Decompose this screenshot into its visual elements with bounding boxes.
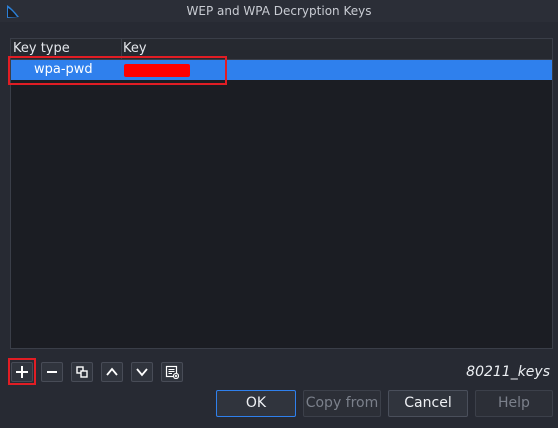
column-header-key-type[interactable]: Key type bbox=[11, 39, 122, 59]
key-cell-redacted[interactable]: [redacted] bbox=[124, 64, 190, 77]
copy-button[interactable] bbox=[71, 362, 93, 382]
window-title: WEP and WPA Decryption Keys bbox=[186, 4, 372, 18]
help-button[interactable]: Help bbox=[475, 390, 553, 417]
clear-icon bbox=[165, 365, 179, 379]
file-name-label: 80211_keys bbox=[466, 364, 550, 380]
key-type-cell[interactable]: wpa-pwd bbox=[34, 60, 93, 80]
move-down-button[interactable] bbox=[131, 362, 153, 382]
column-header-key[interactable]: Key bbox=[121, 39, 543, 59]
ok-button[interactable]: OK bbox=[216, 390, 296, 417]
copy-from-button[interactable]: Copy from bbox=[303, 390, 381, 417]
table-row[interactable]: wpa-pwd [redacted] bbox=[11, 60, 552, 80]
add-button[interactable] bbox=[11, 362, 33, 382]
move-up-icon bbox=[106, 367, 118, 376]
cancel-button[interactable]: Cancel bbox=[388, 390, 468, 417]
table-header: Key type Key bbox=[11, 39, 552, 60]
keys-table[interactable]: Key type Key wpa-pwd [redacted] bbox=[10, 38, 553, 349]
remove-icon bbox=[47, 371, 57, 373]
title-bar: WEP and WPA Decryption Keys bbox=[0, 0, 558, 22]
move-down-icon bbox=[136, 368, 148, 377]
add-icon bbox=[16, 366, 28, 378]
clear-button[interactable] bbox=[161, 362, 183, 382]
wireshark-fin-icon bbox=[7, 5, 19, 18]
move-up-button[interactable] bbox=[101, 362, 123, 382]
copy-icon bbox=[76, 366, 88, 378]
remove-button[interactable] bbox=[41, 362, 63, 382]
